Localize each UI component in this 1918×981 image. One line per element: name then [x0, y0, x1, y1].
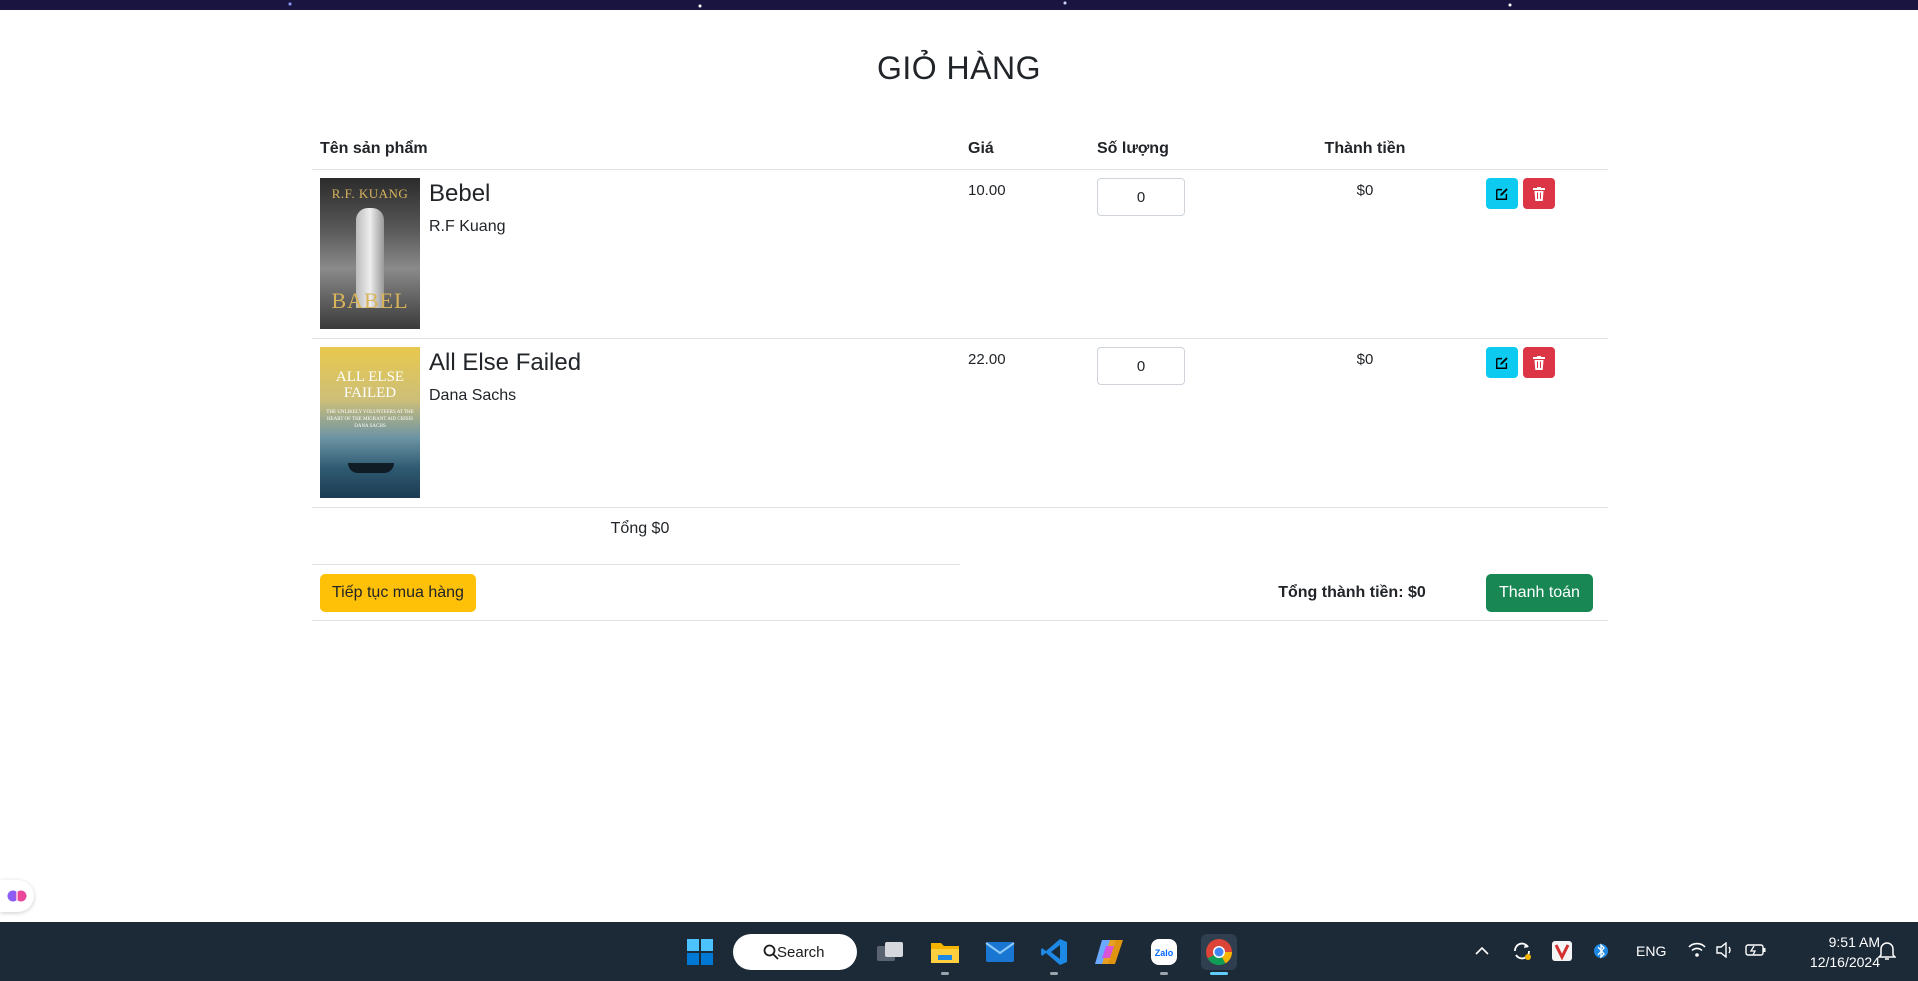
quantity-input[interactable]: [1097, 347, 1185, 385]
cover-subtitle-text: THE UNLIKELY VOLUNTEERS AT THE HEART OF …: [326, 409, 414, 430]
zalo-icon[interactable]: Zalo: [1146, 934, 1182, 970]
notification-bell-icon[interactable]: [1878, 941, 1896, 961]
vivaldi-icon[interactable]: [1552, 941, 1572, 961]
search-icon: [763, 944, 779, 960]
grand-total: Tổng thành tiền: $0: [1278, 584, 1426, 601]
battery-icon[interactable]: [1745, 942, 1767, 958]
delete-button[interactable]: [1523, 347, 1555, 378]
cover-author-text: R.F. KUANG: [331, 186, 409, 201]
header-product-name: Tên sản phẩm: [320, 140, 428, 157]
zalo-label: Zalo: [1155, 948, 1174, 958]
sync-icon[interactable]: [1511, 940, 1533, 962]
running-indicator: [941, 972, 949, 975]
cover-title-text: ALL ELSE FAILED: [335, 369, 405, 401]
taskbar: Search Zalo ENG: [0, 922, 1918, 981]
start-icon[interactable]: [682, 934, 718, 970]
table-row: ALL ELSE FAILED THE UNLIKELY VOLUNTEERS …: [312, 339, 1608, 508]
product-price: 22.00: [968, 351, 1006, 368]
chevron-up-icon[interactable]: [1474, 944, 1490, 958]
running-indicator: [1160, 972, 1168, 975]
edit-icon: [1496, 187, 1508, 200]
language-indicator[interactable]: ENG: [1636, 943, 1666, 959]
running-indicator: [1050, 972, 1058, 975]
book-cover-image: ALL ELSE FAILED THE UNLIKELY VOLUNTEERS …: [320, 347, 420, 498]
cover-title-text: BABEL: [331, 288, 409, 313]
trash-icon: [1533, 355, 1545, 370]
taskbar-search[interactable]: Search: [733, 934, 857, 970]
product-name: All Else Failed: [429, 349, 582, 376]
edit-button[interactable]: [1486, 178, 1518, 209]
subtotal-text: Tổng $0: [610, 520, 670, 537]
file-explorer-icon[interactable]: [927, 934, 963, 970]
cover-subtitle: THE UNLIKELY VOLUNTEERS AT THE HEART OF …: [326, 410, 414, 422]
cover-author: DANA SACHS: [354, 424, 386, 429]
chrome-icon[interactable]: [1201, 934, 1237, 970]
volume-icon[interactable]: [1716, 942, 1734, 958]
book-cover-image: R.F. KUANG BABEL: [320, 178, 420, 329]
extension-bubble[interactable]: [0, 880, 34, 912]
line-total: $0: [1356, 351, 1374, 368]
mail-icon[interactable]: [982, 934, 1018, 970]
delete-button[interactable]: [1523, 178, 1555, 209]
product-price: 10.00: [968, 182, 1006, 199]
cart-table: Tên sản phẩm Giá Số lượng Thành tiền R.F…: [312, 133, 1608, 621]
quantity-input[interactable]: [1097, 178, 1185, 216]
page-title: GIỎ HÀNG: [876, 50, 1041, 86]
clock-time: 9:51 AM: [1828, 934, 1880, 950]
system-clock[interactable]: 9:51 AM 12/16/2024: [1800, 932, 1880, 972]
active-indicator: [1210, 972, 1228, 975]
bluetooth-icon[interactable]: [1594, 940, 1608, 962]
trash-icon: [1533, 186, 1545, 201]
continue-shopping-button[interactable]: Tiếp tục mua hàng: [320, 574, 476, 612]
edit-icon: [1496, 356, 1508, 369]
task-view-icon[interactable]: [872, 934, 908, 970]
wifi-icon[interactable]: [1688, 942, 1706, 958]
brain-icon: [7, 890, 27, 902]
vscode-icon[interactable]: [1036, 934, 1072, 970]
edit-button[interactable]: [1486, 347, 1518, 378]
subtotal-row: Tổng $0: [312, 508, 1608, 565]
header-line-total: Thành tiền: [1324, 140, 1406, 157]
copilot-icon[interactable]: [1091, 934, 1127, 970]
header-quantity: Số lượng: [1097, 140, 1169, 157]
cover-boat-illustration: [348, 463, 394, 473]
checkout-button[interactable]: Thanh toán: [1486, 574, 1593, 612]
product-author: R.F Kuang: [429, 218, 506, 235]
header-price: Giá: [968, 140, 994, 157]
clock-date: 12/16/2024: [1809, 954, 1880, 970]
search-label: Search: [777, 943, 825, 961]
line-total: $0: [1356, 182, 1374, 199]
cart-footer: Tiếp tục mua hàng Tổng thành tiền: $0 Th…: [312, 565, 1608, 621]
table-header: Tên sản phẩm Giá Số lượng Thành tiền: [312, 133, 1608, 170]
browser-top-strip: [0, 0, 1918, 10]
product-name: Bebel: [429, 180, 491, 207]
table-row: R.F. KUANG BABEL Bebel R.F Kuang 10.00 $…: [312, 170, 1608, 339]
product-author: Dana Sachs: [429, 387, 517, 404]
